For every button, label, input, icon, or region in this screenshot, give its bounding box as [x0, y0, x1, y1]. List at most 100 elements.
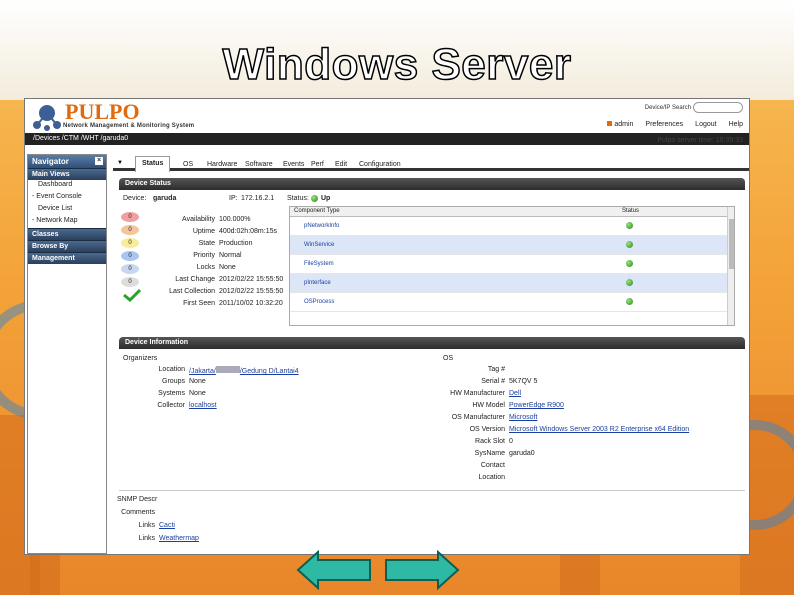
app-topbar: PULPO Network Management & Monitoring Sy…: [25, 99, 749, 133]
navigator-title: Navigator: [32, 157, 69, 166]
close-icon[interactable]: ×: [95, 157, 103, 165]
org-groups: Groups None: [162, 378, 206, 385]
prev-arrow-icon[interactable]: [296, 550, 372, 590]
navigator-header: Navigator ×: [28, 155, 106, 168]
location-link[interactable]: /Jakarta/: [189, 368, 216, 375]
os-manufacturer: OS Manufacturer Microsoft: [451, 414, 538, 421]
status-up-icon: [626, 279, 633, 286]
user-menu-admin[interactable]: admin: [607, 121, 633, 128]
next-arrow-icon[interactable]: [384, 550, 460, 590]
section-divider: [119, 490, 745, 491]
device-label: Device:: [123, 195, 147, 202]
nav-section-main-views[interactable]: Main Views: [28, 168, 106, 180]
location-suffix-link[interactable]: /Gedung D/Lantai4: [240, 368, 299, 375]
nav-item-network-map[interactable]: - Network Map: [28, 216, 106, 228]
scrollbar-thumb[interactable]: [729, 219, 734, 269]
snmp-links-cacti: Links Cacti: [138, 522, 175, 529]
ip-label: IP:: [229, 195, 238, 202]
table-row[interactable]: pNetworkInfo: [290, 217, 734, 236]
org-location-value: /Jakarta/ /Gedung D/Lantai4: [189, 366, 299, 375]
help-link[interactable]: Help: [729, 121, 743, 128]
snmp-descr-label: SNMP Descr: [117, 496, 158, 503]
table-row[interactable]: pInterface: [290, 274, 734, 293]
nav-section-classes[interactable]: Classes: [28, 228, 106, 240]
tab-bar: ▼ Status OS Hardware Software Events Per…: [113, 154, 749, 172]
nav-section-management[interactable]: Management: [28, 252, 106, 264]
preferences-link[interactable]: Preferences: [645, 121, 683, 128]
tab-edit[interactable]: Edit: [329, 158, 353, 171]
field-state: State Production: [198, 240, 253, 247]
field-last-change: Last Change 2012/02/22 15:55:50: [175, 276, 284, 283]
os-serial: Serial #5K7QV 5: [481, 378, 538, 385]
shield-checkmark-icon: [123, 288, 142, 302]
tab-software[interactable]: Software: [239, 158, 279, 171]
chevron-down-icon[interactable]: ▼: [117, 160, 123, 166]
search-label: Device/IP Search: [644, 105, 691, 111]
field-first-seen: First Seen 2011/10/02 10:32:20: [183, 300, 283, 307]
tab-hardware[interactable]: Hardware: [201, 158, 243, 171]
table-row[interactable]: WinService: [290, 236, 734, 255]
status-up-icon: [626, 298, 633, 305]
field-uptime: Uptime 400d:02h:08m:15s: [192, 228, 277, 235]
table-row[interactable]: OSProcess: [290, 293, 734, 312]
navigator-panel: Navigator × Main Views Dashboard - Event…: [27, 154, 107, 554]
nav-item-device-list[interactable]: Device List: [28, 204, 106, 216]
app-screenshot: PULPO Network Management & Monitoring Sy…: [24, 98, 750, 555]
os-tag: Tag #: [487, 366, 505, 373]
device-status-header: Device Status: [119, 178, 745, 190]
tab-status[interactable]: Status: [135, 156, 171, 172]
severity-clear-count[interactable]: 0: [121, 277, 139, 287]
status-up-icon: [626, 260, 633, 267]
os-contact: Contact: [480, 462, 505, 469]
user-icon: [607, 121, 613, 126]
components-table: Component Type Status pNetworkInfo WinSe…: [289, 206, 735, 326]
severity-warning-count[interactable]: 0: [121, 238, 139, 248]
server-time: Pulpo server time: 10:39:33: [657, 137, 743, 144]
redacted-block: [215, 366, 240, 373]
logout-link[interactable]: Logout: [695, 121, 716, 128]
severity-error-count[interactable]: 0: [121, 225, 139, 235]
device-name: garuda: [153, 195, 177, 202]
slide-title: Windows Server: [222, 39, 572, 90]
column-status[interactable]: Status: [622, 208, 639, 214]
status-up-icon: [626, 222, 633, 229]
org-collector: Collector localhost: [157, 402, 217, 409]
tab-perf[interactable]: Perf: [305, 158, 330, 171]
field-locks: Locks None: [196, 264, 236, 271]
severity-debug-count[interactable]: 0: [121, 264, 139, 274]
nav-section-browse-by[interactable]: Browse By: [28, 240, 106, 252]
tab-configuration[interactable]: Configuration: [353, 158, 407, 171]
org-location: Location /Jakarta//Gedung D/Lantai4: [158, 366, 299, 375]
main-content: ▼ Status OS Hardware Software Events Per…: [113, 154, 749, 554]
snmp-comments: Comments: [121, 509, 155, 516]
snmp-links-weathermap: Links Weathermap: [138, 535, 199, 542]
search-input[interactable]: [693, 102, 743, 113]
field-availability: Availability 100.000%: [182, 216, 251, 223]
user-menu: admin Preferences Logout Help: [607, 121, 743, 128]
components-scrollbar[interactable]: [727, 207, 734, 325]
table-row[interactable]: FileSystem: [290, 255, 734, 274]
status-up-icon: [626, 241, 633, 248]
status-up-icon: [311, 195, 318, 202]
os-rack-slot: Rack Slot 0: [475, 438, 513, 445]
column-component-type[interactable]: Component Type: [294, 208, 340, 214]
org-systems: Systems None: [158, 390, 206, 397]
os-version: OS Version Microsoft Windows Server 2003 …: [469, 426, 690, 433]
breadcrumb[interactable]: /Devices /CTM /WHT /garuda0: [25, 133, 749, 145]
status-label: Status:: [287, 195, 309, 202]
nav-item-event-console[interactable]: - Event Console: [28, 192, 106, 204]
severity-critical-count[interactable]: 0: [121, 212, 139, 222]
app-logo-text: PULPO: [65, 99, 140, 124]
octopus-logo-icon: [33, 105, 61, 131]
organizers-title: Organizers: [123, 355, 158, 362]
app-logo-subtitle: Network Management & Monitoring System: [63, 123, 195, 129]
status-value: Up: [321, 195, 331, 202]
components-table-header: Component Type Status: [290, 207, 734, 217]
os-section-title: OS: [443, 355, 454, 362]
severity-info-count[interactable]: 0: [121, 251, 139, 261]
status-row: Status: Up: [287, 195, 367, 205]
nav-item-dashboard[interactable]: Dashboard: [28, 180, 106, 192]
tab-os[interactable]: OS: [177, 158, 199, 171]
os-hw-model: HW Model PowerEdge R900: [472, 402, 564, 409]
os-location: Location: [478, 474, 505, 481]
